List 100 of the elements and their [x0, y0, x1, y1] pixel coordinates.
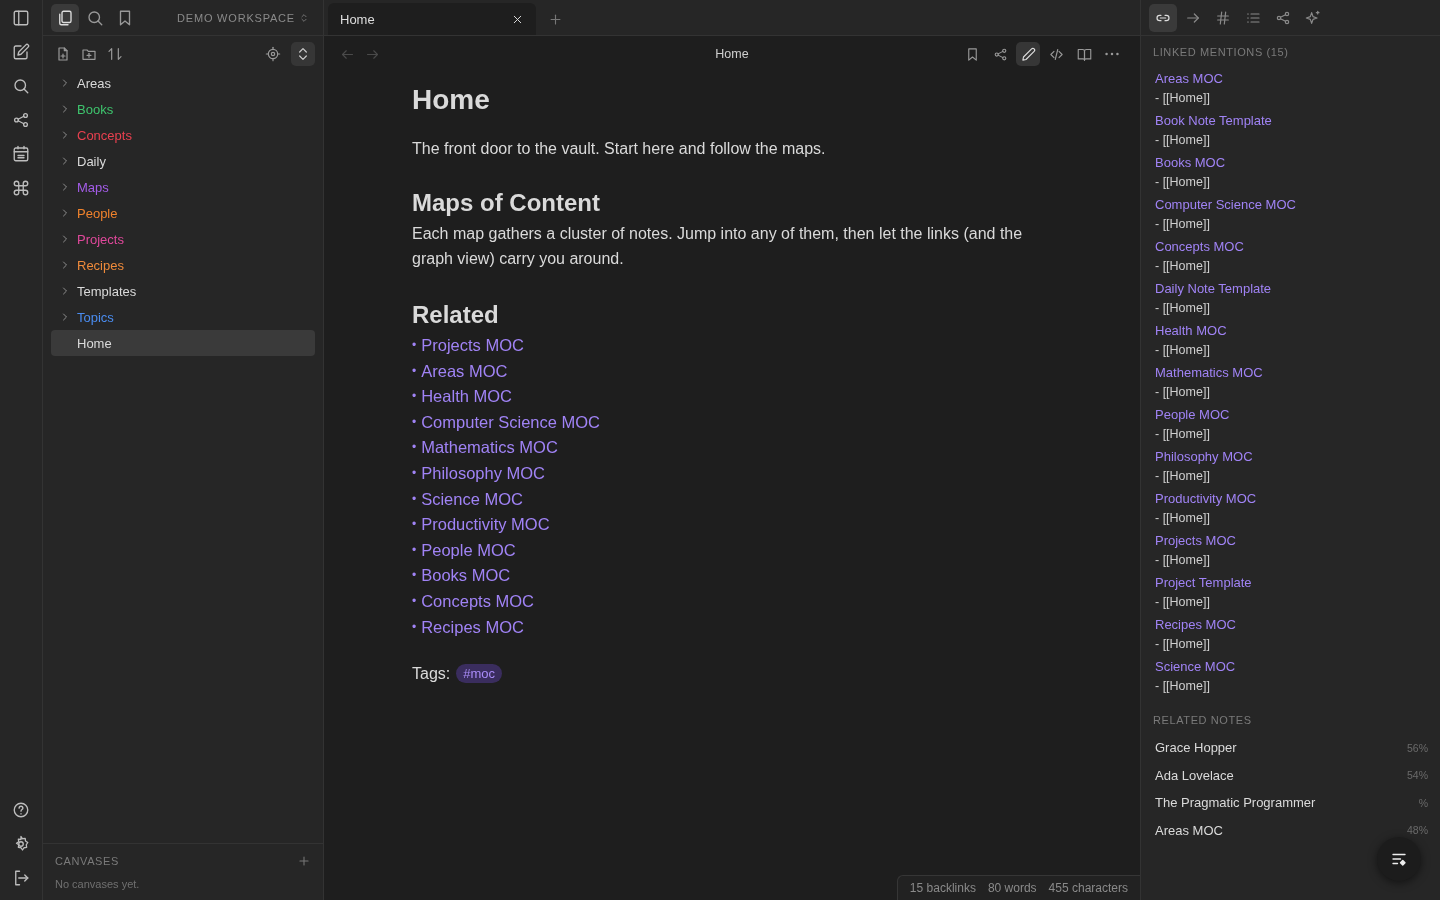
folder-item[interactable]: People — [51, 200, 315, 226]
mention-link[interactable]: Daily Note Template — [1155, 280, 1426, 298]
related-note[interactable]: Ada Lovelace — [1155, 767, 1234, 783]
bullet: • — [412, 516, 417, 534]
hash-icon — [1215, 9, 1231, 26]
mention-link[interactable]: Health MOC — [1155, 322, 1426, 340]
mention-context: - [[Home]] — [1155, 636, 1211, 653]
folder-item[interactable]: Books — [51, 96, 315, 122]
note-link[interactable]: Science MOC — [421, 486, 523, 513]
paragraph: Each map gathers a cluster of notes. Jump into any of them, then let the links (and the graph view) carry you around. — [412, 224, 1024, 269]
section-heading: Related — [412, 301, 500, 329]
folder-item[interactable]: Daily — [51, 148, 315, 174]
note-link[interactable]: Health MOC — [421, 384, 512, 410]
bullet: • — [412, 490, 417, 508]
sidebar-tab[interactable] — [51, 3, 79, 32]
status-item: 80 words — [987, 881, 1037, 895]
folder-item[interactable]: Concepts — [51, 122, 315, 148]
section-title: RELATED NOTES — [1152, 713, 1253, 728]
mention-link[interactable]: Recipes MOC — [1155, 616, 1426, 634]
folder-item[interactable]: Templates — [51, 278, 315, 304]
mention-context: - [[Home]] — [1155, 552, 1211, 569]
mention-context: - [[Home]] — [1155, 342, 1211, 359]
pencil-button[interactable] — [1016, 42, 1040, 66]
note-link[interactable]: Productivity MOC — [421, 512, 550, 538]
mention-context: - [[Home]] — [1155, 426, 1211, 443]
folder-item[interactable]: Projects — [51, 226, 315, 252]
note-link[interactable]: Computer Science MOC — [421, 409, 600, 436]
folder-item[interactable]: Maps — [51, 174, 315, 200]
mention-context: - [[Home]] — [1155, 678, 1211, 695]
new-note-icon — [12, 43, 30, 61]
book-icon — [1076, 46, 1092, 62]
mention-context: - [[Home]] — [1155, 258, 1211, 275]
mention-link[interactable]: People MOC — [1155, 406, 1426, 424]
mention-link[interactable]: Projects MOC — [1155, 532, 1426, 550]
bullet: • — [412, 337, 417, 354]
note-tab[interactable]: Home — [328, 3, 536, 35]
mention-link[interactable]: Computer Science MOC — [1155, 196, 1426, 214]
note-link[interactable]: Philosophy MOC — [421, 460, 545, 487]
more-icon — [1105, 52, 1119, 56]
mention-context: - [[Home]] — [1155, 216, 1211, 233]
note-title: Home — [715, 47, 749, 61]
bullet: • — [412, 439, 417, 457]
section-title: LINKED MENTIONS (15) — [1152, 45, 1290, 60]
bullet: • — [412, 464, 417, 482]
mention-context: - [[Home]] — [1155, 510, 1211, 527]
new-folder-button[interactable] — [81, 46, 97, 62]
tag[interactable]: #moc — [456, 664, 503, 684]
bullet: • — [412, 388, 417, 406]
mention-link[interactable]: Books MOC — [1155, 154, 1426, 172]
mention-link[interactable]: Productivity MOC — [1155, 490, 1426, 508]
mention-link[interactable]: Concepts MOC — [1155, 238, 1426, 256]
plus-icon — [297, 854, 311, 868]
graph-icon — [1275, 9, 1291, 26]
bullet: • — [412, 541, 417, 559]
empty-message: No canvases yet. — [55, 878, 140, 890]
mention-link[interactable]: Philosophy MOC — [1155, 448, 1426, 466]
code-icon — [1048, 46, 1064, 62]
note-link[interactable]: Projects MOC — [421, 333, 524, 359]
note-link[interactable]: Books MOC — [421, 563, 511, 589]
reveal-file-button[interactable] — [265, 46, 281, 62]
bullet: • — [412, 592, 417, 610]
note-link[interactable]: Concepts MOC — [421, 588, 534, 615]
mention-link[interactable]: Science MOC — [1155, 658, 1426, 676]
section-title: CANVASES — [55, 855, 119, 867]
help-icon — [12, 801, 30, 819]
mention-link[interactable]: Book Note Template — [1155, 112, 1426, 130]
note-link[interactable]: People MOC — [421, 537, 516, 564]
mention-context: - [[Home]] — [1155, 90, 1211, 107]
sort-icon — [107, 46, 123, 62]
workspace-name[interactable]: DEMO WORKSPACE — [177, 11, 295, 24]
mention-link[interactable]: Mathematics MOC — [1155, 364, 1426, 382]
status-item: 15 backlinks — [909, 881, 976, 895]
folder-item[interactable]: Recipes — [51, 252, 315, 278]
note-link[interactable]: Recipes MOC — [421, 614, 524, 641]
mention-context: - [[Home]] — [1155, 384, 1211, 401]
target-icon — [265, 46, 281, 62]
note-link[interactable]: Areas MOC — [421, 358, 508, 385]
related-note[interactable]: Areas MOC — [1155, 822, 1223, 838]
plus-icon — [548, 11, 563, 27]
note-heading: Home — [412, 84, 491, 116]
collapse-all-button[interactable] — [291, 42, 315, 66]
sort-button[interactable] — [107, 46, 123, 62]
mention-link[interactable]: Areas MOC — [1155, 70, 1426, 88]
mention-link[interactable]: Project Template — [1155, 574, 1426, 592]
folder-item[interactable]: Topics — [51, 304, 315, 330]
sidebar-toggle-icon — [12, 9, 30, 27]
similarity-score: % — [1418, 796, 1428, 809]
new-note-button[interactable] — [55, 46, 71, 62]
search-icon — [86, 8, 104, 27]
status-item: 455 characters — [1048, 881, 1128, 895]
note-link[interactable]: Mathematics MOC — [421, 435, 558, 461]
related-note[interactable]: Grace Hopper — [1155, 740, 1237, 756]
mention-context: - [[Home]] — [1155, 174, 1211, 191]
panel-tab[interactable] — [1149, 3, 1177, 32]
file-item[interactable]: Home — [51, 330, 315, 356]
graph-icon — [12, 111, 30, 129]
related-note[interactable]: The Pragmatic Programmer — [1155, 795, 1316, 811]
folder-item[interactable]: Areas — [51, 70, 315, 96]
share-icon — [992, 46, 1008, 62]
search-icon — [12, 77, 30, 95]
